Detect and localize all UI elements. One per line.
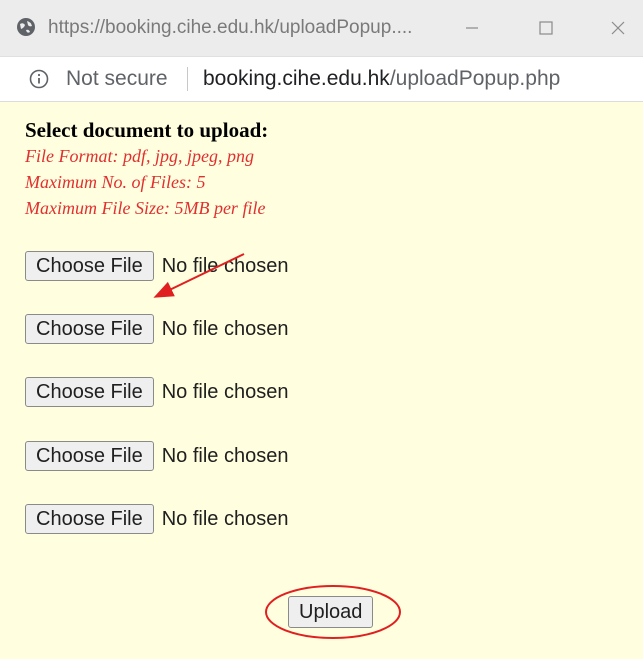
- globe-icon: [17, 18, 35, 36]
- file-format-note: File Format: pdf, jpg, jpeg, png: [25, 146, 254, 166]
- upload-button[interactable]: Upload: [288, 596, 374, 628]
- choose-file-button[interactable]: Choose File: [25, 251, 154, 281]
- file-input-4: Choose File No file chosen: [25, 440, 288, 472]
- choose-file-button[interactable]: Choose File: [25, 377, 154, 407]
- minimize-icon: [466, 27, 478, 29]
- url-text[interactable]: booking.cihe.edu.hk/uploadPopup.php: [203, 67, 560, 91]
- file-status: No file chosen: [161, 507, 289, 530]
- upload-form: Select document to upload: File Format: …: [0, 102, 643, 659]
- file-status: No file chosen: [161, 380, 289, 403]
- maximize-button[interactable]: [526, 10, 566, 46]
- close-icon: [611, 21, 625, 35]
- address-bar[interactable]: Not secure booking.cihe.edu.hk/uploadPop…: [0, 57, 643, 102]
- file-input-1: Choose File No file chosen: [25, 250, 288, 282]
- title-bar: https://booking.cihe.edu.hk/uploadPopup.…: [0, 0, 643, 57]
- minimize-button[interactable]: [452, 10, 492, 46]
- window-title: https://booking.cihe.edu.hk/uploadPopup.…: [48, 17, 413, 38]
- info-icon[interactable]: [29, 69, 49, 89]
- maximize-icon: [539, 21, 553, 35]
- file-input-3: Choose File No file chosen: [25, 376, 288, 408]
- address-divider: [187, 67, 188, 91]
- file-input-5: Choose File No file chosen: [25, 503, 288, 535]
- choose-file-button[interactable]: Choose File: [25, 441, 154, 471]
- form-heading: Select document to upload:: [25, 118, 269, 142]
- choose-file-button[interactable]: Choose File: [25, 504, 154, 534]
- url-path: /uploadPopup.php: [389, 67, 561, 90]
- choose-file-button[interactable]: Choose File: [25, 314, 154, 344]
- max-files-note: Maximum No. of Files: 5: [25, 172, 206, 192]
- file-input-2: Choose File No file chosen: [25, 313, 288, 345]
- close-button[interactable]: [598, 10, 638, 46]
- max-size-note: Maximum File Size: 5MB per file: [25, 198, 266, 218]
- file-status: No file chosen: [161, 317, 289, 340]
- upload-popup-window: https://booking.cihe.edu.hk/uploadPopup.…: [0, 0, 643, 659]
- file-status: No file chosen: [161, 254, 289, 277]
- url-host: booking.cihe.edu.hk: [203, 67, 390, 90]
- security-label: Not secure: [66, 67, 168, 90]
- file-status: No file chosen: [161, 444, 289, 467]
